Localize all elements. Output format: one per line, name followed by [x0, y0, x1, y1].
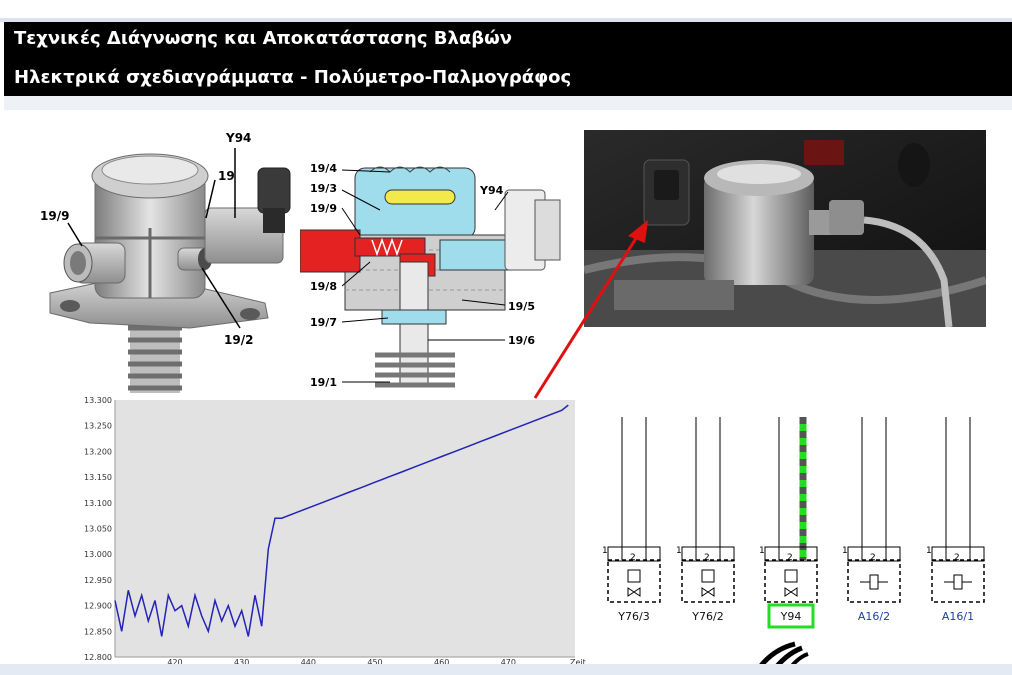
component-box	[847, 559, 901, 603]
y-tick-label: 13.050	[84, 525, 112, 534]
y-tick-label: 12.850	[84, 627, 112, 636]
component-box	[931, 559, 985, 603]
valve-coil-symbol	[627, 569, 641, 583]
wiring-schematic: 1 2 Y76/3 1 2 Y76/2 1 2 Y94 1 2 A16/2 1 2 A16/1	[602, 417, 985, 629]
section-label-19-4: 19/4	[310, 162, 337, 175]
voltage-chart: 12.800 12.850 12.900 12.950 13.000 13.050 13.1…	[84, 396, 586, 667]
y-tick-labels: 12.800 12.850 12.900 12.950 13.000 13.050 13.1…	[84, 396, 112, 662]
pump-label-y94: Y94	[225, 131, 251, 145]
valve-symbol	[784, 587, 798, 597]
pin-label-1: 1	[926, 546, 932, 556]
pin-label-1: 1	[602, 546, 608, 556]
pump-3d-illustration: Y94 19 19/9 19/2	[40, 131, 291, 393]
y-tick-label: 13.250	[84, 422, 112, 431]
pin-label-1: 1	[676, 546, 682, 556]
valve-coil-symbol	[701, 569, 715, 583]
y-tick-label: 13.200	[84, 447, 112, 456]
chart-plot-area	[115, 400, 575, 657]
schematic-component-a16-1: 1 2 A16/1	[926, 417, 985, 623]
y-tick-label: 13.150	[84, 473, 112, 482]
section-label-19-3: 19/3	[310, 182, 337, 195]
pump-inlet-port	[63, 242, 126, 284]
pump-spring	[128, 318, 182, 393]
valve-symbol	[627, 587, 641, 597]
y-tick-label: 12.800	[84, 653, 112, 662]
section-label-19-8: 19/8	[310, 280, 337, 293]
pin-label-1: 1	[842, 546, 848, 556]
schematic-component-a16-2: 1 2 A16/2	[842, 417, 901, 623]
pin-label-2: 2	[870, 553, 876, 563]
engine-bay-photo	[584, 130, 986, 327]
component-label: Y76/2	[691, 610, 723, 623]
section-label-y94: Y94	[479, 184, 504, 197]
y-tick-label: 13.100	[84, 499, 112, 508]
section-label-19-1: 19/1	[310, 376, 337, 389]
pump-label-19: 19	[218, 169, 235, 183]
header-underline-strip	[4, 96, 1012, 110]
section-label-19-5: 19/5	[508, 300, 535, 313]
pin-label-2: 2	[704, 553, 710, 563]
slide-title: Τεχνικές Διάγνωσης και Αποκατάστασης Βλα…	[14, 28, 513, 49]
section-label-19-7: 19/7	[310, 316, 337, 329]
pump-label-19-9: 19/9	[40, 209, 69, 223]
component-box	[607, 559, 661, 603]
component-label: Y94	[780, 610, 802, 623]
valve-symbol	[701, 587, 715, 597]
y-tick-label: 13.000	[84, 550, 112, 559]
schematic-component-y94: 1 2 Y94	[759, 417, 818, 629]
pump-label-19-2: 19/2	[224, 333, 253, 347]
schematic-component-y76-2: 1 2 Y76/2	[676, 417, 735, 623]
component-label: A16/1	[942, 610, 974, 623]
section-label-19-6: 19/6	[508, 334, 535, 347]
pump-cross-section: 19/4 19/3 19/9 19/8 19/7 19/1 19/5 19/6 …	[300, 162, 561, 389]
slide: Τεχνικές Διάγνωσης και Αποκατάστασης Βλα…	[0, 0, 1012, 675]
y-tick-label: 12.950	[84, 576, 112, 585]
title-bar: Τεχνικές Διάγνωσης και Αποκατάστασης Βλα…	[4, 22, 1012, 96]
pin-label-2: 2	[954, 553, 960, 563]
component-box	[764, 559, 818, 603]
component-label: A16/2	[858, 610, 890, 623]
y-tick-label: 13.300	[84, 396, 112, 405]
component-label: Y76/3	[617, 610, 649, 623]
pin-label-1: 1	[759, 546, 765, 556]
schematic-component-y76-3: 1 2 Y76/3	[602, 417, 661, 623]
section-label-19-9: 19/9	[310, 202, 337, 215]
slide-subtitle: Ηλεκτρικά σχεδιαγράμματα - Πολύμετρο-Παλ…	[14, 67, 572, 88]
component-box	[681, 559, 735, 603]
sensor-element-symbol	[869, 574, 879, 590]
pin-label-2: 2	[630, 553, 636, 563]
y-tick-label: 12.900	[84, 602, 112, 611]
valve-coil-symbol	[784, 569, 798, 583]
sensor-element-symbol	[953, 574, 963, 590]
section-top-housing	[354, 166, 476, 239]
pin-label-2: 2	[787, 553, 793, 563]
bottom-strip	[0, 664, 1012, 675]
